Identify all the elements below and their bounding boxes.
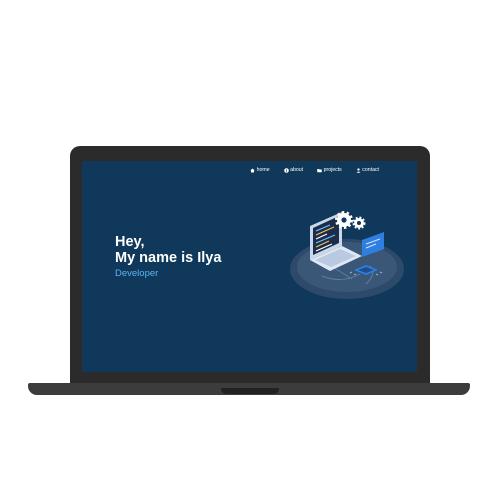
hero-role: Developer bbox=[115, 268, 159, 279]
nav-projects-link[interactable]: projects bbox=[317, 167, 342, 173]
laptop-screen: home about projects contact Hey, My name… bbox=[82, 161, 417, 372]
gear-icon bbox=[335, 211, 353, 229]
home-icon bbox=[250, 168, 255, 172]
hero-section: Hey, My name is Ilya Developer bbox=[115, 234, 221, 279]
nav-contact-label: contact bbox=[362, 167, 379, 173]
folder-icon bbox=[317, 168, 322, 172]
hero-name: My name is Ilya bbox=[115, 250, 222, 266]
laptop-notch bbox=[221, 388, 279, 394]
nav-projects-label: projects bbox=[323, 167, 342, 173]
info-icon bbox=[283, 167, 289, 173]
nav-home-label: home bbox=[256, 167, 270, 173]
developer-illustration bbox=[290, 211, 404, 299]
top-nav: home about projects contact bbox=[250, 167, 379, 173]
nav-about-link[interactable]: about bbox=[283, 167, 304, 173]
nav-home-link[interactable]: home bbox=[250, 167, 270, 173]
hero-greeting: Hey, bbox=[115, 234, 145, 250]
nav-about-label: about bbox=[290, 167, 304, 173]
gear-icon bbox=[352, 216, 366, 230]
nav-contact-link[interactable]: contact bbox=[356, 167, 379, 173]
user-icon bbox=[356, 167, 361, 173]
